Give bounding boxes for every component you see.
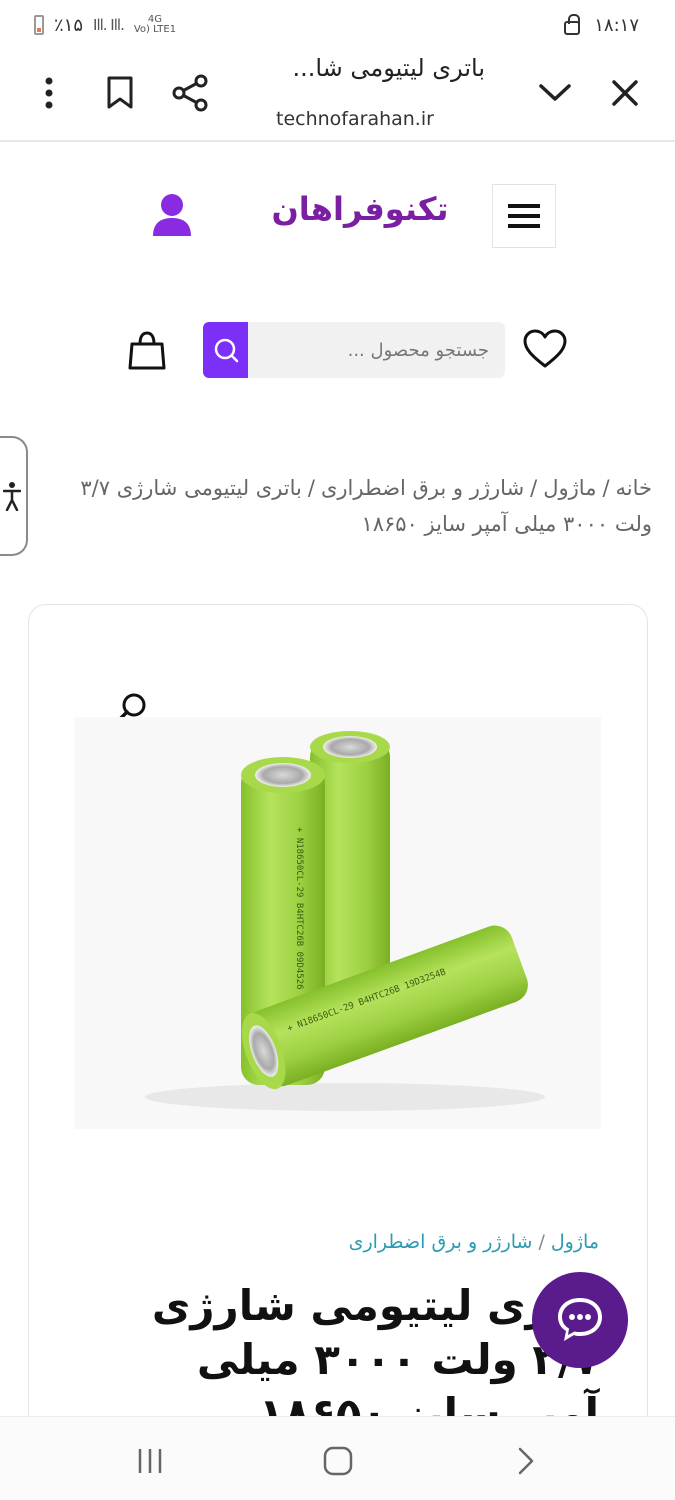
battery-label: + N18650CL-29 B4HTC26B 09D4526 [294,827,304,990]
chat-button[interactable] [532,1272,628,1368]
site-logo[interactable]: تکنوفراهان [260,190,460,228]
recent-apps-button[interactable] [130,1441,170,1481]
search-input[interactable] [248,322,505,378]
share-icon [172,74,208,112]
chevron-down-icon [539,84,571,101]
close-tab-button[interactable] [600,68,650,118]
home-button[interactable] [318,1441,358,1481]
breadcrumb-module[interactable]: ماژول [543,476,596,500]
browser-toolbar: باتری لیتیومی شا... technofarahan.ir [0,50,675,142]
clock: ۱۸:۱۷ [594,14,639,36]
breadcrumb-separator: / [530,476,538,500]
page-title[interactable]: باتری لیتیومی شا... [292,54,485,82]
status-right: ۱۸:۱۷ [564,14,639,36]
heart-icon [523,329,567,368]
bookmark-button[interactable] [95,68,145,118]
breadcrumb: خانه/ماژول/شارژر و برق اضطراری/باتری لیت… [60,470,652,542]
breadcrumb-home[interactable]: خانه [616,476,652,500]
system-nav-bar [0,1416,675,1500]
status-bar: ٪۱۵ Ill. Ill. 4G Vo) LTE1 ۱۸:۱۷ [0,0,675,50]
product-categories: ماژول /شارژر و برق اضطراری [349,1231,599,1253]
more-vertical-icon [45,77,53,109]
share-button[interactable] [165,68,215,118]
network-indicator: 4G Vo) LTE1 [134,15,176,35]
status-left: ٪۱۵ Ill. Ill. 4G Vo) LTE1 [34,15,176,36]
user-icon [153,194,191,236]
product-image[interactable]: + N18650CL-29 B4HTC26B 09D4526 + N18650C… [75,717,601,1129]
category-separator: / [538,1231,545,1253]
back-button[interactable] [506,1441,546,1481]
search-button[interactable] [203,322,248,378]
category-link[interactable]: شارژر و برق اضطراری [349,1231,533,1253]
search-icon [214,338,238,363]
network-sub: Vo) LTE1 [133,24,177,35]
cart-button[interactable] [126,330,168,372]
accessibility-icon [3,482,21,511]
breadcrumb-separator: / [602,476,610,500]
page-url[interactable]: technofarahan.ir [276,108,434,130]
account-button[interactable] [150,192,194,238]
breadcrumb-charger[interactable]: شارژر و برق اضطراری [321,476,524,500]
menu-icon [508,204,540,228]
battery-icon [34,15,44,35]
lock-icon [564,14,581,35]
search-bar [203,322,505,378]
close-icon [612,80,638,106]
bookmark-icon [107,76,133,109]
wishlist-button[interactable] [522,328,568,370]
breadcrumb-separator: / [307,476,315,500]
shopping-bag-icon [128,331,166,370]
battery-percent: ٪۱۵ [54,14,84,36]
recent-apps-icon [138,1449,162,1473]
expand-toolbar-button[interactable] [530,68,580,118]
home-icon [323,1446,353,1476]
category-link[interactable]: ماژول [551,1231,599,1253]
signal-icon: Ill. Ill. [93,16,125,34]
more-options-button[interactable] [24,68,74,118]
chat-bubble-icon [558,1298,602,1341]
accessibility-button[interactable] [0,436,28,556]
product-card: + N18650CL-29 B4HTC26B 09D4526 + N18650C… [28,604,648,1500]
chevron-right-icon [518,1447,534,1475]
hamburger-menu-button[interactable] [492,184,556,248]
